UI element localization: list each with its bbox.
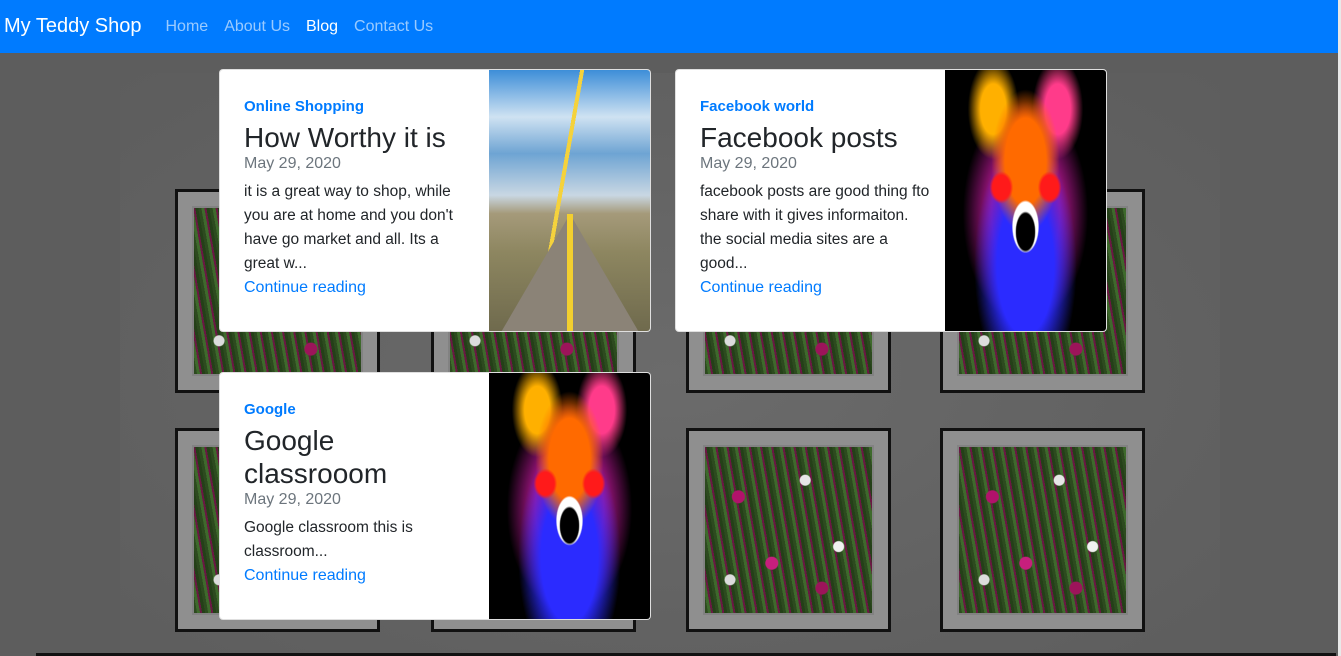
continue-reading-link[interactable]: Continue reading xyxy=(700,276,930,300)
brand-link[interactable]: My Teddy Shop xyxy=(4,15,142,38)
post-date: May 29, 2020 xyxy=(700,155,797,172)
continue-reading-link[interactable]: Continue reading xyxy=(244,564,474,588)
nav-link-about-us[interactable]: About Us xyxy=(224,18,290,36)
background-wall-image xyxy=(0,53,1338,656)
wall-frame xyxy=(940,428,1145,632)
wall-frame xyxy=(686,428,891,632)
post-excerpt: facebook posts are good thing fto share … xyxy=(700,183,930,272)
post-title: How Worthy it is xyxy=(244,122,446,153)
blog-post-card: Online Shopping How Worthy it is May 29,… xyxy=(219,69,651,332)
post-category-link[interactable]: Google xyxy=(244,401,474,418)
top-navbar: My Teddy Shop Home About Us Blog Contact… xyxy=(0,0,1341,53)
post-thumbnail-road xyxy=(489,70,650,331)
nav-link-blog[interactable]: Blog xyxy=(306,18,338,36)
post-date: May 29, 2020 xyxy=(244,155,341,172)
blog-post-card: Google Google classrooom May 29, 2020 Go… xyxy=(219,372,651,620)
nav-link-home[interactable]: Home xyxy=(166,18,209,36)
continue-reading-link[interactable]: Continue reading xyxy=(244,276,474,300)
post-category-link[interactable]: Online Shopping xyxy=(244,98,474,115)
post-title: Facebook posts xyxy=(700,122,898,153)
post-thumbnail-wolf xyxy=(945,70,1106,331)
post-category-link[interactable]: Facebook world xyxy=(700,98,930,115)
post-excerpt: Google classroom this is classroom... xyxy=(244,519,413,560)
post-excerpt: it is a great way to shop, while you are… xyxy=(244,183,453,272)
post-thumbnail-wolf xyxy=(489,373,650,619)
post-date: May 29, 2020 xyxy=(244,491,341,508)
nav-link-contact-us[interactable]: Contact Us xyxy=(354,18,433,36)
blog-post-card: Facebook world Facebook posts May 29, 20… xyxy=(675,69,1107,332)
post-title: Google classrooom xyxy=(244,425,388,489)
